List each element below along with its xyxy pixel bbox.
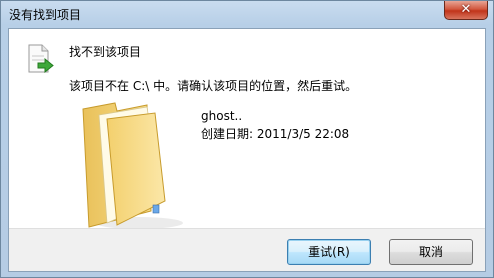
dialog-heading: 找不到该项目 xyxy=(69,45,142,59)
cancel-button[interactable]: 取消 xyxy=(389,239,473,265)
file-created-date: 创建日期: 2011/3/5 22:08 xyxy=(201,127,350,141)
close-icon: ✕ xyxy=(460,2,472,17)
file-name: ghost.. xyxy=(201,109,243,123)
close-button[interactable]: ✕ xyxy=(444,1,488,20)
window-title: 没有找到项目 xyxy=(9,8,82,22)
dialog-message: 该项目不在 C:\ 中。请确认该项目的位置，然后重试。 xyxy=(69,79,358,93)
dialog-window: 没有找到项目 ✕ 找不到该项目 该项目不在 C:\ 中。请确认该项目的位置，然后… xyxy=(0,0,494,278)
folder-icon xyxy=(82,102,183,229)
title-bar[interactable]: 没有找到项目 ✕ xyxy=(1,1,493,27)
dialog-content: 找不到该项目 该项目不在 C:\ 中。请确认该项目的位置，然后重试。 ghost… xyxy=(8,28,486,272)
document-move-icon xyxy=(28,44,54,74)
retry-button[interactable]: 重试(R) xyxy=(287,239,371,265)
